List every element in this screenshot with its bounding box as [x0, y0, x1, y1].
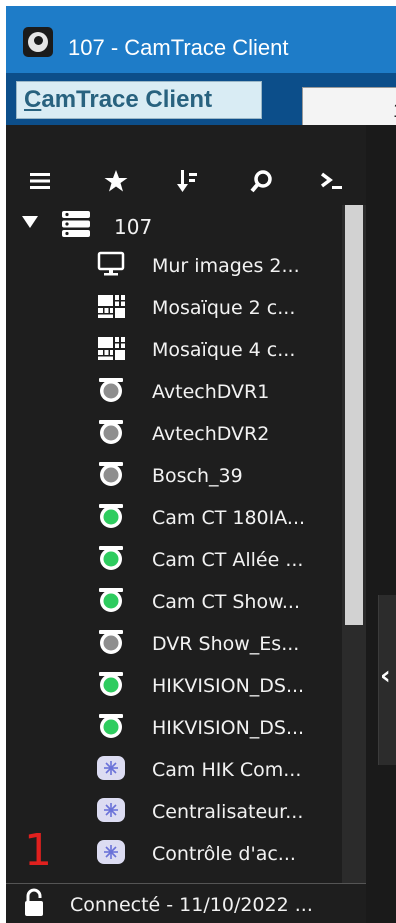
tree-item-label: Mur images 2... — [152, 255, 300, 277]
camera-icon — [96, 585, 126, 615]
mosaic-icon — [96, 291, 126, 321]
tree-item[interactable]: Mosaïque 2 c... — [6, 287, 342, 327]
camera-icon — [96, 459, 126, 489]
tree-item[interactable]: Mur images 2... — [6, 245, 342, 285]
tree-item-label: Cam CT Show... — [152, 591, 301, 613]
tree-item-label: Cam HIK Com... — [152, 759, 302, 781]
status-bar: Connecté - 11/10/2022 ... — [6, 883, 366, 923]
tree-root-107[interactable]: 107 — [6, 205, 342, 245]
resource-panel: 107 Mur images 2... Mosaïque 2 c... Mosaïq… — [6, 125, 366, 923]
window-title: 107 - CamTrace Client — [68, 35, 289, 60]
chevron-left-icon: ‹ — [380, 661, 391, 691]
tree-item-label: AvtechDVR1 — [152, 381, 270, 403]
sort-icon[interactable] — [174, 167, 202, 195]
tree-item-label: Cam CT 180IA... — [152, 507, 306, 529]
tree-item[interactable]: Contrôle d'ac... — [6, 833, 342, 873]
mosaic-icon — [96, 333, 126, 363]
monitor-icon — [96, 249, 126, 279]
snowflake-icon — [96, 837, 126, 867]
tree-item-label: HIKVISION_DS... — [152, 675, 305, 697]
camera-icon — [96, 417, 126, 447]
menu-bar: CamTrace Client 1 — [0, 73, 396, 125]
tree-item-label: Mosaïque 2 c... — [152, 297, 296, 319]
connection-status: Connecté - 11/10/2022 ... — [70, 894, 313, 916]
overlay-number: 1 — [24, 825, 52, 876]
tree-item-label: Centralisateur... — [152, 801, 304, 823]
snowflake-icon — [96, 795, 126, 825]
tree-item[interactable]: Mosaïque 4 c... — [6, 329, 342, 369]
device-tree: 107 Mur images 2... Mosaïque 2 c... Mosaïq… — [6, 205, 342, 895]
star-icon[interactable] — [102, 167, 130, 195]
camera-icon — [96, 711, 126, 741]
scroll-thumb[interactable] — [345, 205, 363, 625]
tree-item-label: Contrôle d'ac... — [152, 843, 296, 865]
tree-item[interactable]: AvtechDVR1 — [6, 371, 342, 411]
tree-item-label: HIKVISION_DS... — [152, 717, 305, 739]
tree-item[interactable]: DVR Show_Es... — [6, 623, 342, 663]
tree-item[interactable]: Centralisateur... — [6, 791, 342, 831]
tree-item[interactable]: Cam HIK Com... — [6, 749, 342, 789]
camtrace-client-menu-button[interactable]: CamTrace Client — [16, 81, 262, 119]
tree-item[interactable]: Bosch_39 — [6, 455, 342, 495]
camtrace-logo-icon — [23, 27, 53, 57]
tree-scrollbar[interactable] — [342, 205, 366, 895]
tree-item[interactable]: Cam CT 180IA... — [6, 497, 342, 537]
tree-item[interactable]: HIKVISION_DS... — [6, 707, 342, 747]
tree-item-label: DVR Show_Es... — [152, 633, 300, 655]
tree-root-label: 107 — [114, 215, 153, 239]
view-tab[interactable]: 1 — [302, 87, 396, 125]
camera-icon — [96, 375, 126, 405]
tree-item[interactable]: Cam CT Allée ... — [6, 539, 342, 579]
tree-item-label: Mosaïque 4 c... — [152, 339, 296, 361]
search-icon[interactable] — [248, 167, 276, 195]
camera-icon — [96, 543, 126, 573]
title-bar: 107 - CamTrace Client — [0, 0, 396, 73]
tree-item[interactable]: HIKVISION_DS... — [6, 665, 342, 705]
server-icon — [62, 211, 90, 237]
expand-arrow-icon[interactable] — [20, 212, 40, 232]
menu-icon[interactable] — [26, 167, 54, 195]
tree-item-label: Cam CT Allée ... — [152, 549, 304, 571]
lock-icon — [25, 888, 43, 916]
camera-icon — [96, 669, 126, 699]
collapse-panel-button[interactable]: ‹ — [378, 595, 396, 765]
main-view-area: ‹ — [366, 125, 396, 923]
panel-toolbar — [6, 163, 366, 195]
camera-icon — [96, 627, 126, 657]
tree-item[interactable]: AvtechDVR2 — [6, 413, 342, 453]
tree-item-label: AvtechDVR2 — [152, 423, 270, 445]
tree-item[interactable]: Cam CT Show... — [6, 581, 342, 621]
tree-item-label: Bosch_39 — [152, 465, 243, 487]
camera-icon — [96, 501, 126, 531]
terminal-icon[interactable] — [318, 167, 346, 195]
snowflake-icon — [96, 753, 126, 783]
